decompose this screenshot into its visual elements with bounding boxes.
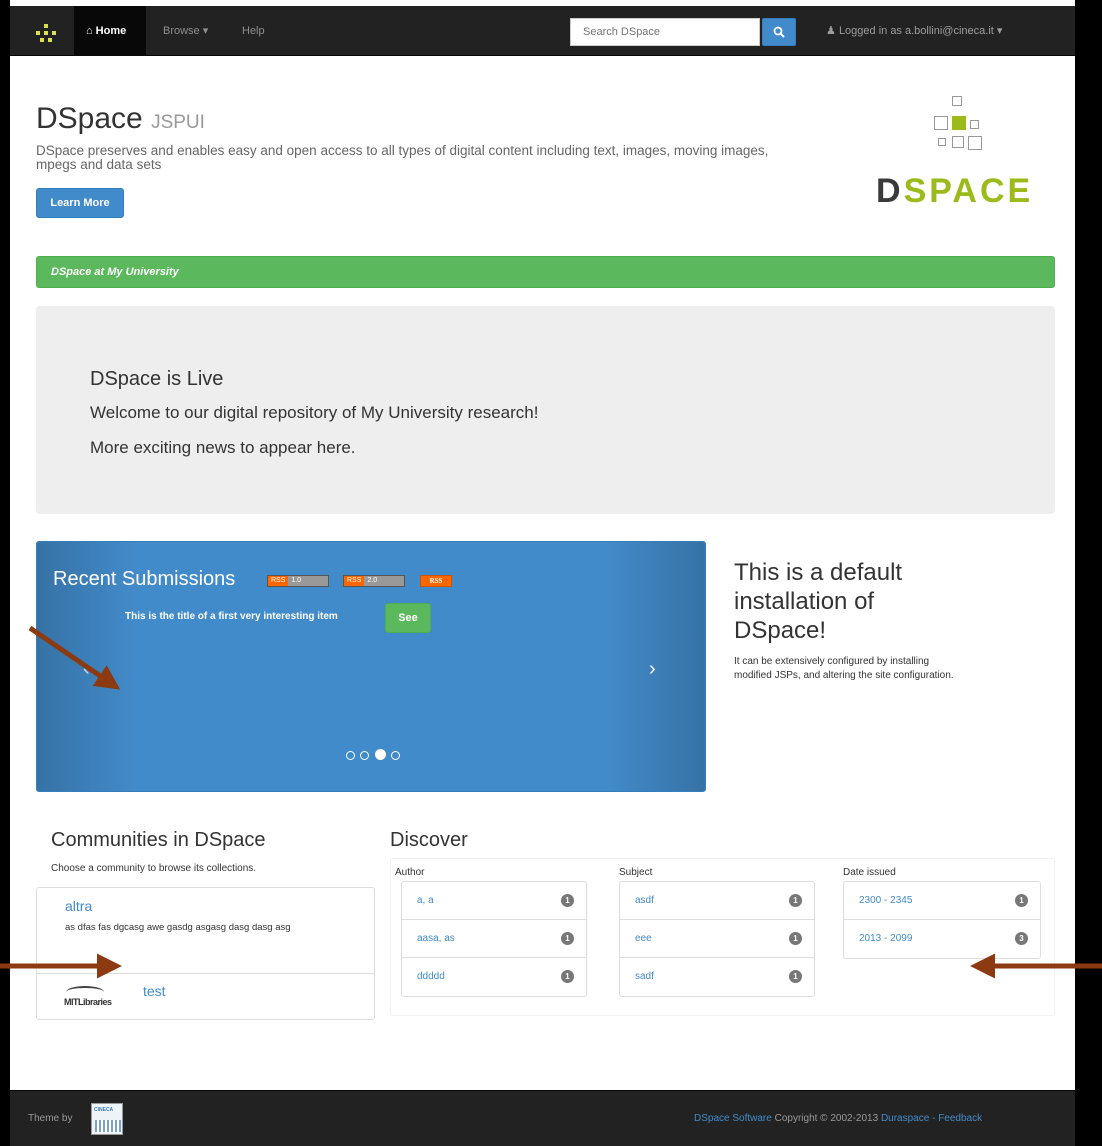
- annotation-arrow-icon: [28, 625, 121, 690]
- annotation-arrows: [0, 625, 1102, 979]
